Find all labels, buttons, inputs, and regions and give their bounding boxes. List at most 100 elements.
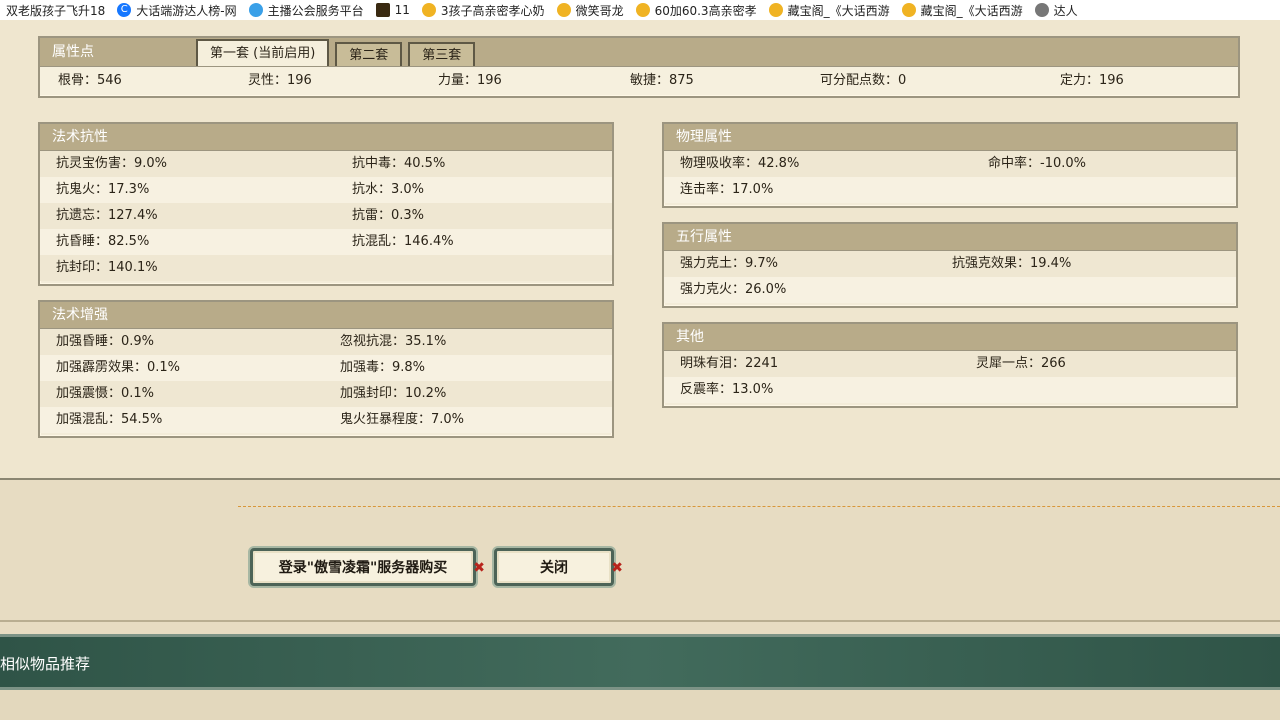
bottom-strip [0,690,1280,720]
similar-items-title: 相似物品推荐 [0,655,91,673]
stat-text: 抗遗忘：127.4% [56,208,158,223]
similar-items-header: 相似物品推荐 [0,634,1280,690]
bookmark-label: 主播公会服务平台 [267,3,364,18]
stat-text: 强力克土：9.7% [680,256,779,271]
list-item: 抗灵宝伤害：9.0% 抗中毒：40.5% [40,151,612,177]
tab-set-2[interactable]: 第二套 [335,42,403,66]
bookmark-item[interactable]: 藏宝阁_《大话西游 [763,0,896,20]
attr-value-free-points: 可分配点数：0 [820,73,907,88]
stat-text: 抗强克效果：19.4% [952,256,1072,271]
bookmarks-bar: 双老版孩子飞升18 C 大话端游达人榜-网 主播公会服务平台 11 3孩子高亲密… [0,0,1280,21]
buy-button-label: 登录"傲雪凌霜"服务器购买 [278,560,448,576]
stat-text: 鬼火狂暴程度：7.0% [340,412,465,427]
stat-text: 强力克火：26.0% [680,282,787,297]
other-panel: 其他 明珠有泪：2241 灵犀一点：266 反震率：13.0% [662,322,1238,408]
bookmark-label: 3孩子高亲密孝心奶 [440,3,545,18]
treasure-icon [421,3,436,17]
list-item: 抗封印：140.1% [40,255,612,281]
stat-text: 明珠有泪：2241 [680,356,779,371]
stat-text: 抗封印：140.1% [56,260,158,275]
stat-text: 抗水：3.0% [352,182,425,197]
list-item: 加强昏睡：0.9% 忽视抗混：35.1% [40,329,612,355]
stat-text: 抗灵宝伤害：9.0% [56,156,168,171]
close-button[interactable]: 关闭 ✖ [494,548,623,586]
bookmark-item[interactable]: 双老版孩子飞升18 [0,0,111,20]
physical-rows: 物理吸收率：42.8% 命中率：-10.0% 连击率：17.0% [664,151,1236,203]
attr-value-gengu: 根骨：546 [58,73,122,88]
bookmark-item[interactable]: 60加60.3高亲密孝 [630,0,763,20]
list-item: 强力克火：26.0% [664,277,1236,303]
bookmark-label: 双老版孩子飞升18 [6,3,106,18]
stat-text: 命中率：-10.0% [988,156,1086,171]
bookmark-label: 微笑哥龙 [575,3,624,18]
blue-c-icon: C [117,3,132,17]
bookmark-item[interactable]: 主播公会服务平台 [243,0,370,20]
list-item: 强力克土：9.7% 抗强克效果：19.4% [664,251,1236,277]
magic-boost-panel: 法术增强 加强昏睡：0.9% 忽视抗混：35.1% 加强霹雳效果：0.1% 加强毒：… [38,300,614,438]
stat-text: 加强震慑：0.1% [56,386,155,401]
physical-panel: 物理属性 物理吸收率：42.8% 命中率：-10.0% 连击率：17.0% [662,122,1238,208]
tab-set-1[interactable]: 第一套 (当前启用) [196,39,330,66]
treasure-icon [635,3,650,17]
magic-boost-rows: 加强昏睡：0.9% 忽视抗混：35.1% 加强霹雳效果：0.1% 加强毒：9.8% … [40,329,612,433]
list-item: 物理吸收率：42.8% 命中率：-10.0% [664,151,1236,177]
magic-boost-title: 法术增强 [40,302,612,329]
stat-text: 加强霹雳效果：0.1% [56,360,181,375]
bookmark-item[interactable]: 微笑哥龙 [551,0,630,20]
stat-text: 抗雷：0.3% [352,208,425,223]
bookmark-item[interactable]: C 大话端游达人榜-网 [111,0,242,20]
stat-text: 加强毒：9.8% [340,360,426,375]
physical-title: 物理属性 [664,124,1236,151]
five-elements-panel: 五行属性 强力克土：9.7% 抗强克效果：19.4% 强力克火：26.0% [662,222,1238,308]
attr-value-minjie: 敏捷：875 [630,73,694,88]
list-item: 抗鬼火：17.3% 抗水：3.0% [40,177,612,203]
treasure-icon [901,3,916,17]
bookmark-label: 藏宝阁_《大话西游 [920,3,1023,18]
close-knot-icon: ✖ [473,560,485,576]
attribute-points-header: 属性点 第一套 (当前启用) 第二套 第三套 [40,38,1238,67]
magic-resist-title: 法术抗性 [40,124,612,151]
list-item: 明珠有泪：2241 灵犀一点：266 [664,351,1236,377]
bookmark-item[interactable]: 达人 [1029,0,1084,20]
bookmark-label: 藏宝阁_《大话西游 [787,3,890,18]
list-item: 抗昏睡：82.5% 抗混乱：146.4% [40,229,612,255]
magic-resist-rows: 抗灵宝伤害：9.0% 抗中毒：40.5% 抗鬼火：17.3% 抗水：3.0% 抗遗忘… [40,151,612,281]
five-elements-title: 五行属性 [664,224,1236,251]
item-detail-page: 属性点 第一套 (当前启用) 第二套 第三套 根骨：546 灵性：196 力量：… [0,20,1280,480]
attribute-points-panel: 属性点 第一套 (当前启用) 第二套 第三套 根骨：546 灵性：196 力量：… [38,36,1240,98]
other-title: 其他 [664,324,1236,351]
close-button-label: 关闭 [540,560,568,576]
bookmark-label: 达人 [1053,3,1078,18]
attr-value-liliang: 力量：196 [438,73,502,88]
attribute-values-row: 根骨：546 灵性：196 力量：196 敏捷：875 可分配点数：0 定力：1… [40,67,1238,95]
stat-text: 加强混乱：54.5% [56,412,163,427]
stat-text: 抗鬼火：17.3% [56,182,150,197]
list-item: 加强霹雳效果：0.1% 加强毒：9.8% [40,355,612,381]
bookmark-item[interactable]: 11 [370,0,416,20]
bookmark-label: 11 [394,3,410,17]
bookmark-item[interactable]: 3孩子高亲密孝心奶 [416,0,551,20]
attr-value-dingli: 定力：196 [1060,73,1124,88]
stat-text: 抗中毒：40.5% [352,156,446,171]
bookmark-item[interactable]: 藏宝阁_《大话西游 [896,0,1029,20]
list-item: 加强混乱：54.5% 鬼火狂暴程度：7.0% [40,407,612,433]
stat-text: 加强昏睡：0.9% [56,334,155,349]
section-divider [0,620,1280,622]
globe-icon [1034,3,1049,17]
stat-text: 反震率：13.0% [680,382,774,397]
cloud-icon [248,3,263,17]
bookmark-label: 60加60.3高亲密孝 [654,3,757,18]
stat-text: 抗昏睡：82.5% [56,234,150,249]
buy-on-server-button[interactable]: 登录"傲雪凌霜"服务器购买 ✖ [250,548,485,586]
other-rows: 明珠有泪：2241 灵犀一点：266 反震率：13.0% [664,351,1236,403]
treasure-icon [768,3,783,17]
close-knot-icon: ✖ [611,560,623,576]
stat-text: 物理吸收率：42.8% [680,156,800,171]
stat-text: 连击率：17.0% [680,182,774,197]
game-icon [375,3,390,17]
magic-resist-panel: 法术抗性 抗灵宝伤害：9.0% 抗中毒：40.5% 抗鬼火：17.3% 抗水：3.0… [38,122,614,286]
list-item: 连击率：17.0% [664,177,1236,203]
attr-value-lingxing: 灵性：196 [248,73,312,88]
tab-set-3[interactable]: 第三套 [408,42,476,66]
five-elements-rows: 强力克土：9.7% 抗强克效果：19.4% 强力克火：26.0% [664,251,1236,303]
